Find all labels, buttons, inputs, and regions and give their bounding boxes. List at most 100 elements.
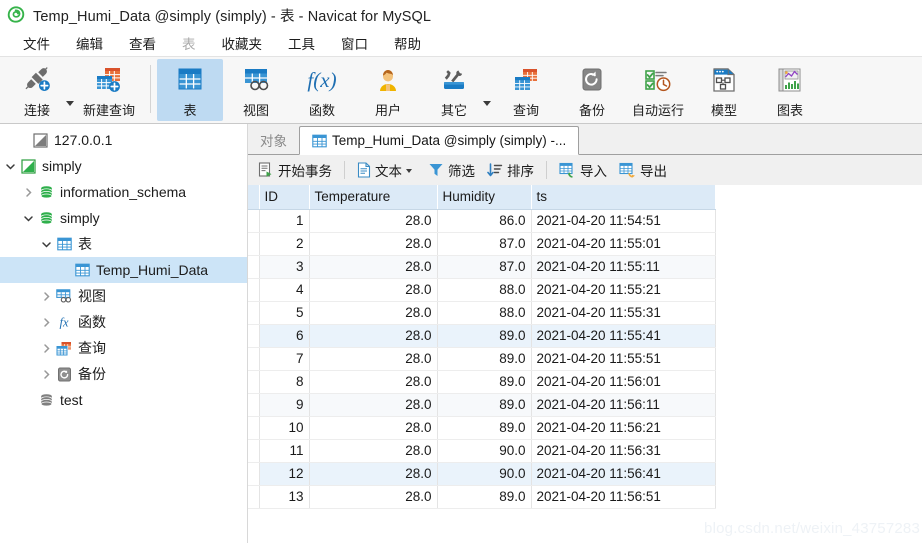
- text-dropdown-caret-icon[interactable]: [406, 169, 412, 173]
- cell-temperature[interactable]: 28.0: [309, 324, 438, 348]
- cell-ts[interactable]: 2021-04-20 11:56:21: [531, 416, 716, 440]
- column-header-humidity[interactable]: Humidity: [437, 185, 532, 210]
- cell-ts[interactable]: 2021-04-20 11:55:41: [531, 324, 716, 348]
- row-marker[interactable]: [248, 324, 260, 348]
- cell-humidity[interactable]: 87.0: [437, 255, 532, 279]
- row-marker[interactable]: [248, 209, 260, 233]
- table-row[interactable]: 9 28.0 89.0 2021-04-20 11:56:11: [248, 393, 716, 417]
- tab-objects[interactable]: 对象: [248, 125, 299, 154]
- tree-item-test-database[interactable]: test: [0, 387, 247, 413]
- cell-id[interactable]: 6: [259, 324, 310, 348]
- cell-id[interactable]: 9: [259, 393, 310, 417]
- cell-temperature[interactable]: 28.0: [309, 301, 438, 325]
- cell-humidity[interactable]: 89.0: [437, 347, 532, 371]
- tree-item-127-0-0-1[interactable]: 127.0.0.1: [0, 127, 247, 153]
- table-row[interactable]: 13 28.0 89.0 2021-04-20 11:56:51: [248, 485, 716, 509]
- cell-id[interactable]: 2: [259, 232, 310, 256]
- toolbar-button-function[interactable]: f(x) 函数: [289, 59, 355, 121]
- chevron-right-icon[interactable]: [38, 343, 54, 354]
- text-view-button[interactable]: 文本: [351, 158, 422, 182]
- toolbar-button-chart[interactable]: 图表: [757, 59, 823, 121]
- begin-transaction-button[interactable]: 开始事务: [252, 158, 338, 182]
- tree-item-tables-folder[interactable]: 表: [0, 231, 247, 257]
- toolbar-button-table[interactable]: 表: [157, 59, 223, 121]
- cell-id[interactable]: 10: [259, 416, 310, 440]
- tree-item-simply-connection[interactable]: simply: [0, 153, 247, 179]
- table-row[interactable]: 7 28.0 89.0 2021-04-20 11:55:51: [248, 347, 716, 371]
- toolbar-button-user[interactable]: 用户: [355, 59, 421, 121]
- cell-temperature[interactable]: 28.0: [309, 370, 438, 394]
- tree-item-functions-folder[interactable]: fx 函数: [0, 309, 247, 335]
- row-marker[interactable]: [248, 416, 260, 440]
- row-marker[interactable]: [248, 278, 260, 302]
- table-row[interactable]: 10 28.0 89.0 2021-04-20 11:56:21: [248, 416, 716, 440]
- cell-temperature[interactable]: 28.0: [309, 393, 438, 417]
- row-marker[interactable]: [248, 370, 260, 394]
- cell-temperature[interactable]: 28.0: [309, 439, 438, 463]
- cell-ts[interactable]: 2021-04-20 11:55:31: [531, 301, 716, 325]
- table-row[interactable]: 1 28.0 86.0 2021-04-20 11:54:51: [248, 209, 716, 233]
- table-row[interactable]: 4 28.0 88.0 2021-04-20 11:55:21: [248, 278, 716, 302]
- cell-id[interactable]: 11: [259, 439, 310, 463]
- import-button[interactable]: 导入: [553, 158, 613, 182]
- chevron-down-icon[interactable]: [38, 239, 54, 250]
- sort-button[interactable]: 排序: [481, 158, 540, 182]
- chevron-right-icon[interactable]: [38, 369, 54, 380]
- chevron-down-icon[interactable]: [2, 161, 18, 172]
- tree-item-queries-folder[interactable]: 查询: [0, 335, 247, 361]
- cell-temperature[interactable]: 28.0: [309, 255, 438, 279]
- cell-temperature[interactable]: 28.0: [309, 462, 438, 486]
- cell-ts[interactable]: 2021-04-20 11:56:41: [531, 462, 716, 486]
- row-marker[interactable]: [248, 255, 260, 279]
- menu-item-view[interactable]: 查看: [116, 31, 169, 55]
- cell-id[interactable]: 13: [259, 485, 310, 509]
- cell-id[interactable]: 8: [259, 370, 310, 394]
- toolbar-button-backup[interactable]: 备份: [559, 59, 625, 121]
- menu-item-file[interactable]: 文件: [10, 31, 63, 55]
- menu-item-help[interactable]: 帮助: [381, 31, 434, 55]
- menu-item-edit[interactable]: 编辑: [63, 31, 116, 55]
- toolbar-button-view[interactable]: 视图: [223, 59, 289, 121]
- toolbar-button-other[interactable]: 其它: [421, 59, 487, 121]
- row-marker[interactable]: [248, 232, 260, 256]
- export-button[interactable]: 导出: [613, 158, 673, 182]
- table-row[interactable]: 12 28.0 90.0 2021-04-20 11:56:41: [248, 462, 716, 486]
- cell-ts[interactable]: 2021-04-20 11:55:21: [531, 278, 716, 302]
- cell-ts[interactable]: 2021-04-20 11:55:01: [531, 232, 716, 256]
- chevron-right-icon[interactable]: [38, 291, 54, 302]
- cell-humidity[interactable]: 89.0: [437, 485, 532, 509]
- chevron-right-icon[interactable]: [38, 317, 54, 328]
- row-marker[interactable]: [248, 485, 260, 509]
- menu-item-window[interactable]: 窗口: [328, 31, 381, 55]
- row-marker[interactable]: [248, 393, 260, 417]
- row-marker[interactable]: [248, 347, 260, 371]
- cell-humidity[interactable]: 86.0: [437, 209, 532, 233]
- tree-item-views-folder[interactable]: 视图: [0, 283, 247, 309]
- chevron-down-icon[interactable]: [20, 213, 36, 224]
- column-header-temperature[interactable]: Temperature: [309, 185, 438, 210]
- filter-button[interactable]: 筛选: [422, 158, 481, 182]
- table-row[interactable]: 6 28.0 89.0 2021-04-20 11:55:41: [248, 324, 716, 348]
- cell-id[interactable]: 12: [259, 462, 310, 486]
- cell-id[interactable]: 1: [259, 209, 310, 233]
- cell-ts[interactable]: 2021-04-20 11:56:01: [531, 370, 716, 394]
- toolbar-button-automation[interactable]: 自动运行: [625, 59, 691, 121]
- column-header-id[interactable]: ID: [259, 185, 310, 210]
- tab-temp-humi-data[interactable]: Temp_Humi_Data @simply (simply) -...: [299, 126, 580, 155]
- toolbar-button-model[interactable]: 模型: [691, 59, 757, 121]
- menu-item-favorites[interactable]: 收藏夹: [209, 31, 276, 55]
- row-marker[interactable]: [248, 462, 260, 486]
- other-dropdown-caret-icon[interactable]: [483, 100, 491, 106]
- table-row[interactable]: 11 28.0 90.0 2021-04-20 11:56:31: [248, 439, 716, 463]
- table-row[interactable]: 8 28.0 89.0 2021-04-20 11:56:01: [248, 370, 716, 394]
- cell-humidity[interactable]: 88.0: [437, 301, 532, 325]
- column-header-ts[interactable]: ts: [531, 185, 716, 210]
- data-grid-wrapper[interactable]: ID Temperature Humidity ts 1 28.0 86.0 2…: [248, 185, 922, 543]
- connection-dropdown-caret-icon[interactable]: [66, 100, 74, 106]
- tree-item-simply-database[interactable]: simply: [0, 205, 247, 231]
- cell-ts[interactable]: 2021-04-20 11:56:51: [531, 485, 716, 509]
- cell-humidity[interactable]: 89.0: [437, 393, 532, 417]
- cell-temperature[interactable]: 28.0: [309, 347, 438, 371]
- row-marker[interactable]: [248, 439, 260, 463]
- cell-ts[interactable]: 2021-04-20 11:55:11: [531, 255, 716, 279]
